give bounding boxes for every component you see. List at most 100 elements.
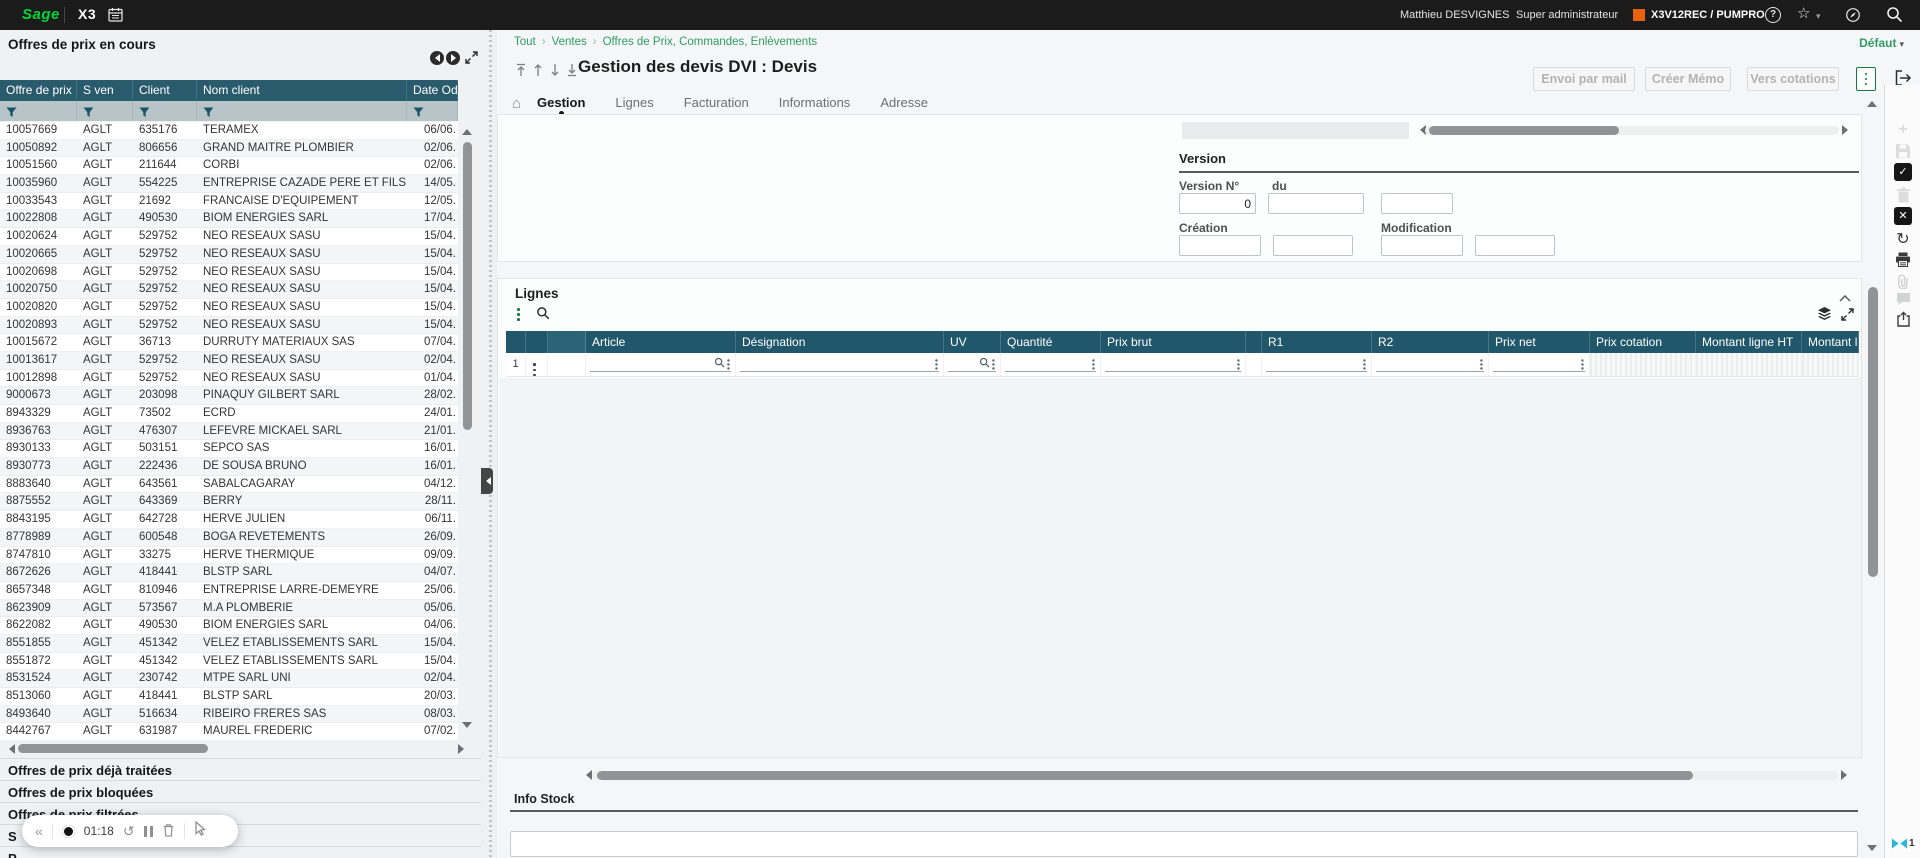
editable-cell-prix-net[interactable] [1489, 353, 1590, 376]
table-row[interactable]: 8930773 AGLT 222436 DE SOUSA BRUNO 16/01. [0, 458, 458, 476]
column-header-montant-li[interactable]: Montant li [1802, 331, 1859, 353]
editable-cell-quantite[interactable] [1001, 353, 1101, 376]
filter-icon-nom-client[interactable] [197, 101, 407, 121]
table-row[interactable]: 10020665 AGLT 529752 NEO RESEAUX SASU 15/04. [0, 245, 458, 264]
breadcrumb-item-ventes[interactable]: Ventes [552, 36, 587, 48]
editable-cell-designation[interactable] [736, 353, 944, 376]
column-header-s-ven[interactable]: S ven [77, 80, 133, 101]
filter-icon-s-ven[interactable] [77, 101, 133, 121]
cell-options-icon[interactable] [1480, 358, 1483, 370]
column-header-article[interactable]: Article [586, 331, 736, 353]
left-vertical-scrollbar[interactable] [463, 142, 472, 430]
table-row[interactable]: 10050892 AGLT 806656 GRAND MAITRE PLOMBIER 0… [0, 139, 458, 158]
table-row[interactable]: 8622082 AGLT 490530 BIOM ENERGIES SARL 04/06… [0, 617, 458, 635]
layers-icon[interactable] [1817, 306, 1832, 326]
table-row[interactable]: 8883640 AGLT 643561 SABALCAGARAY 04/12. [0, 475, 458, 494]
user-name[interactable]: Matthieu DESVIGNES [1400, 9, 1509, 21]
record-icon[interactable] [61, 824, 75, 838]
table-row[interactable]: 8513060 AGLT 418441 BLSTP SARL 20/03. [0, 688, 458, 706]
editable-cell-r1[interactable] [1262, 353, 1372, 376]
left-scroll-up-icon[interactable] [462, 124, 472, 135]
tab-lignes[interactable]: Lignes [615, 95, 653, 114]
table-row[interactable]: 10033543 AGLT 21692 FRANCAISE D'EQUIPEMENT 1… [0, 192, 458, 211]
favorites-star-icon[interactable]: ☆ [1797, 6, 1810, 22]
column-header-prix-brut[interactable]: Prix brut [1101, 331, 1246, 353]
panel-prev-icon[interactable] [430, 51, 444, 65]
recorder-restart-icon[interactable]: ↺ [123, 824, 135, 838]
confirm-icon[interactable]: ✓ [1894, 163, 1912, 181]
table-row[interactable]: 10020820 AGLT 529752 NEO RESEAUX SASU 15/04. [0, 298, 458, 317]
lines-table-row[interactable]: 1 [506, 353, 1859, 377]
compass-icon[interactable] [1845, 7, 1861, 28]
table-row[interactable]: 10012898 AGLT 529752 NEO RESEAUX SASU 01/04. [0, 369, 458, 388]
sidebar-section-offres-de-prix-deja-traitees[interactable]: Offres de prix déjà traitées [0, 758, 481, 780]
table-row[interactable]: 10057669 AGLT 635176 TERAMEX 06/06. [0, 122, 458, 140]
environment-label[interactable]: X3V12REC / PUMPRO [1651, 9, 1765, 21]
table-row[interactable]: 8843195 AGLT 642728 HERVE JULIEN 06/11. [0, 511, 458, 529]
table-row[interactable]: 8930133 AGLT 503151 SEPCO SAS 16/01. [0, 440, 458, 459]
home-icon[interactable]: ⌂ [512, 95, 521, 112]
collapse-section-icon[interactable] [1839, 289, 1851, 307]
version-du-field[interactable] [1268, 193, 1364, 214]
search-icon[interactable] [1886, 6, 1903, 28]
panel-next-icon[interactable] [446, 51, 460, 65]
left-scroll-right-icon[interactable] [458, 744, 469, 754]
table-row[interactable]: 10051560 AGLT 211644 CORBI 02/06. [0, 157, 458, 176]
version-horizontal-scrollbar[interactable] [1429, 126, 1619, 135]
table-row[interactable]: 10035960 AGLT 554225 ENTREPRISE CAZADE PERE… [0, 175, 458, 193]
column-header-montant-ligne-ht[interactable]: Montant ligne HT [1696, 331, 1802, 353]
creation-user-field[interactable] [1273, 235, 1353, 256]
table-row[interactable]: 10022808 AGLT 490530 BIOM ENERGIES SARL 17/0… [0, 210, 458, 229]
table-row[interactable]: 10020750 AGLT 529752 NEO RESEAUX SASU 15/04. [0, 281, 458, 299]
table-row[interactable]: 8875552 AGLT 643369 BERRY 28/11. [0, 493, 458, 512]
profile-selector[interactable]: Défaut ▾ [1859, 36, 1904, 50]
cell-options-icon[interactable] [1237, 358, 1240, 370]
favorites-caret-icon[interactable]: ▾ [1816, 11, 1821, 22]
version-no-field[interactable]: 0 [1179, 193, 1256, 214]
user-role[interactable]: Super administrateur [1516, 9, 1618, 21]
cancel-icon[interactable]: ✕ [1894, 207, 1912, 225]
cell-options-icon[interactable] [1092, 358, 1095, 370]
row-menu-cell[interactable] [526, 353, 548, 377]
column-header-r2[interactable]: R2 [1372, 331, 1489, 353]
table-row[interactable]: 10020893 AGLT 529752 NEO RESEAUX SASU 15/04. [0, 316, 458, 335]
table-row[interactable]: 8623909 AGLT 573567 M.A PLOMBERIE 05/06. [0, 599, 458, 618]
editable-cell-prix-brut[interactable] [1101, 353, 1246, 376]
table-row[interactable]: 8943329 AGLT 73502 ECRD 24/01. [0, 405, 458, 423]
cell-options-icon[interactable] [1363, 358, 1366, 370]
modification-date-field[interactable] [1381, 235, 1463, 256]
cell-options-icon[interactable] [1581, 358, 1584, 370]
lookup-icon[interactable] [714, 355, 725, 373]
version-du-end-field[interactable] [1381, 193, 1453, 214]
breadcrumb-item-tout[interactable]: Tout [514, 36, 536, 48]
tab-adresse[interactable]: Adresse [880, 95, 928, 114]
main-horizontal-scrollbar[interactable] [597, 771, 1693, 780]
tab-gestion[interactable]: Gestion [537, 95, 585, 116]
filter-icon-client[interactable] [133, 101, 197, 121]
collapse-panel-handle[interactable] [481, 468, 493, 494]
cell-options-icon[interactable] [935, 358, 938, 370]
sidebar-section-offres-de-prix-bloquees[interactable]: Offres de prix bloquées [0, 780, 481, 802]
calendar-icon[interactable] [108, 7, 123, 27]
table-row[interactable]: 9000673 AGLT 203098 PINAQUY GILBERT SARL 28/… [0, 387, 458, 405]
recorder-collapse-icon[interactable]: « [35, 823, 43, 839]
tab-informations[interactable]: Informations [779, 95, 851, 114]
left-horizontal-scrollbar[interactable] [18, 744, 208, 753]
version-scroll-right-icon[interactable] [1842, 125, 1853, 135]
editable-cell-r2[interactable] [1372, 353, 1489, 376]
recorder-delete-icon[interactable] [162, 823, 175, 839]
modification-user-field[interactable] [1475, 235, 1555, 256]
table-row[interactable]: 8531524 AGLT 230742 MTPE SARL UNI 02/04. [0, 670, 458, 688]
filter-icon-offre-de-prix[interactable] [0, 101, 77, 121]
column-header-client[interactable]: Client [133, 80, 197, 101]
panel-expand-icon[interactable] [465, 51, 478, 69]
row-menu-icon[interactable] [533, 363, 536, 377]
action-button-vers-cotations[interactable]: Vers cotations [1747, 67, 1839, 91]
table-row[interactable]: 10015672 AGLT 36713 DURRUTY MATERIAUX SAS 07… [0, 334, 458, 352]
cell-options-icon[interactable] [727, 358, 730, 370]
lookup-icon[interactable] [979, 355, 990, 373]
help-icon[interactable]: ? [1765, 7, 1781, 23]
column-header-designation[interactable]: Désignation [736, 331, 944, 353]
table-row[interactable]: 8778989 AGLT 600548 BOGA REVETEMENTS 26/09. [0, 528, 458, 547]
column-header-r1[interactable]: R1 [1262, 331, 1372, 353]
